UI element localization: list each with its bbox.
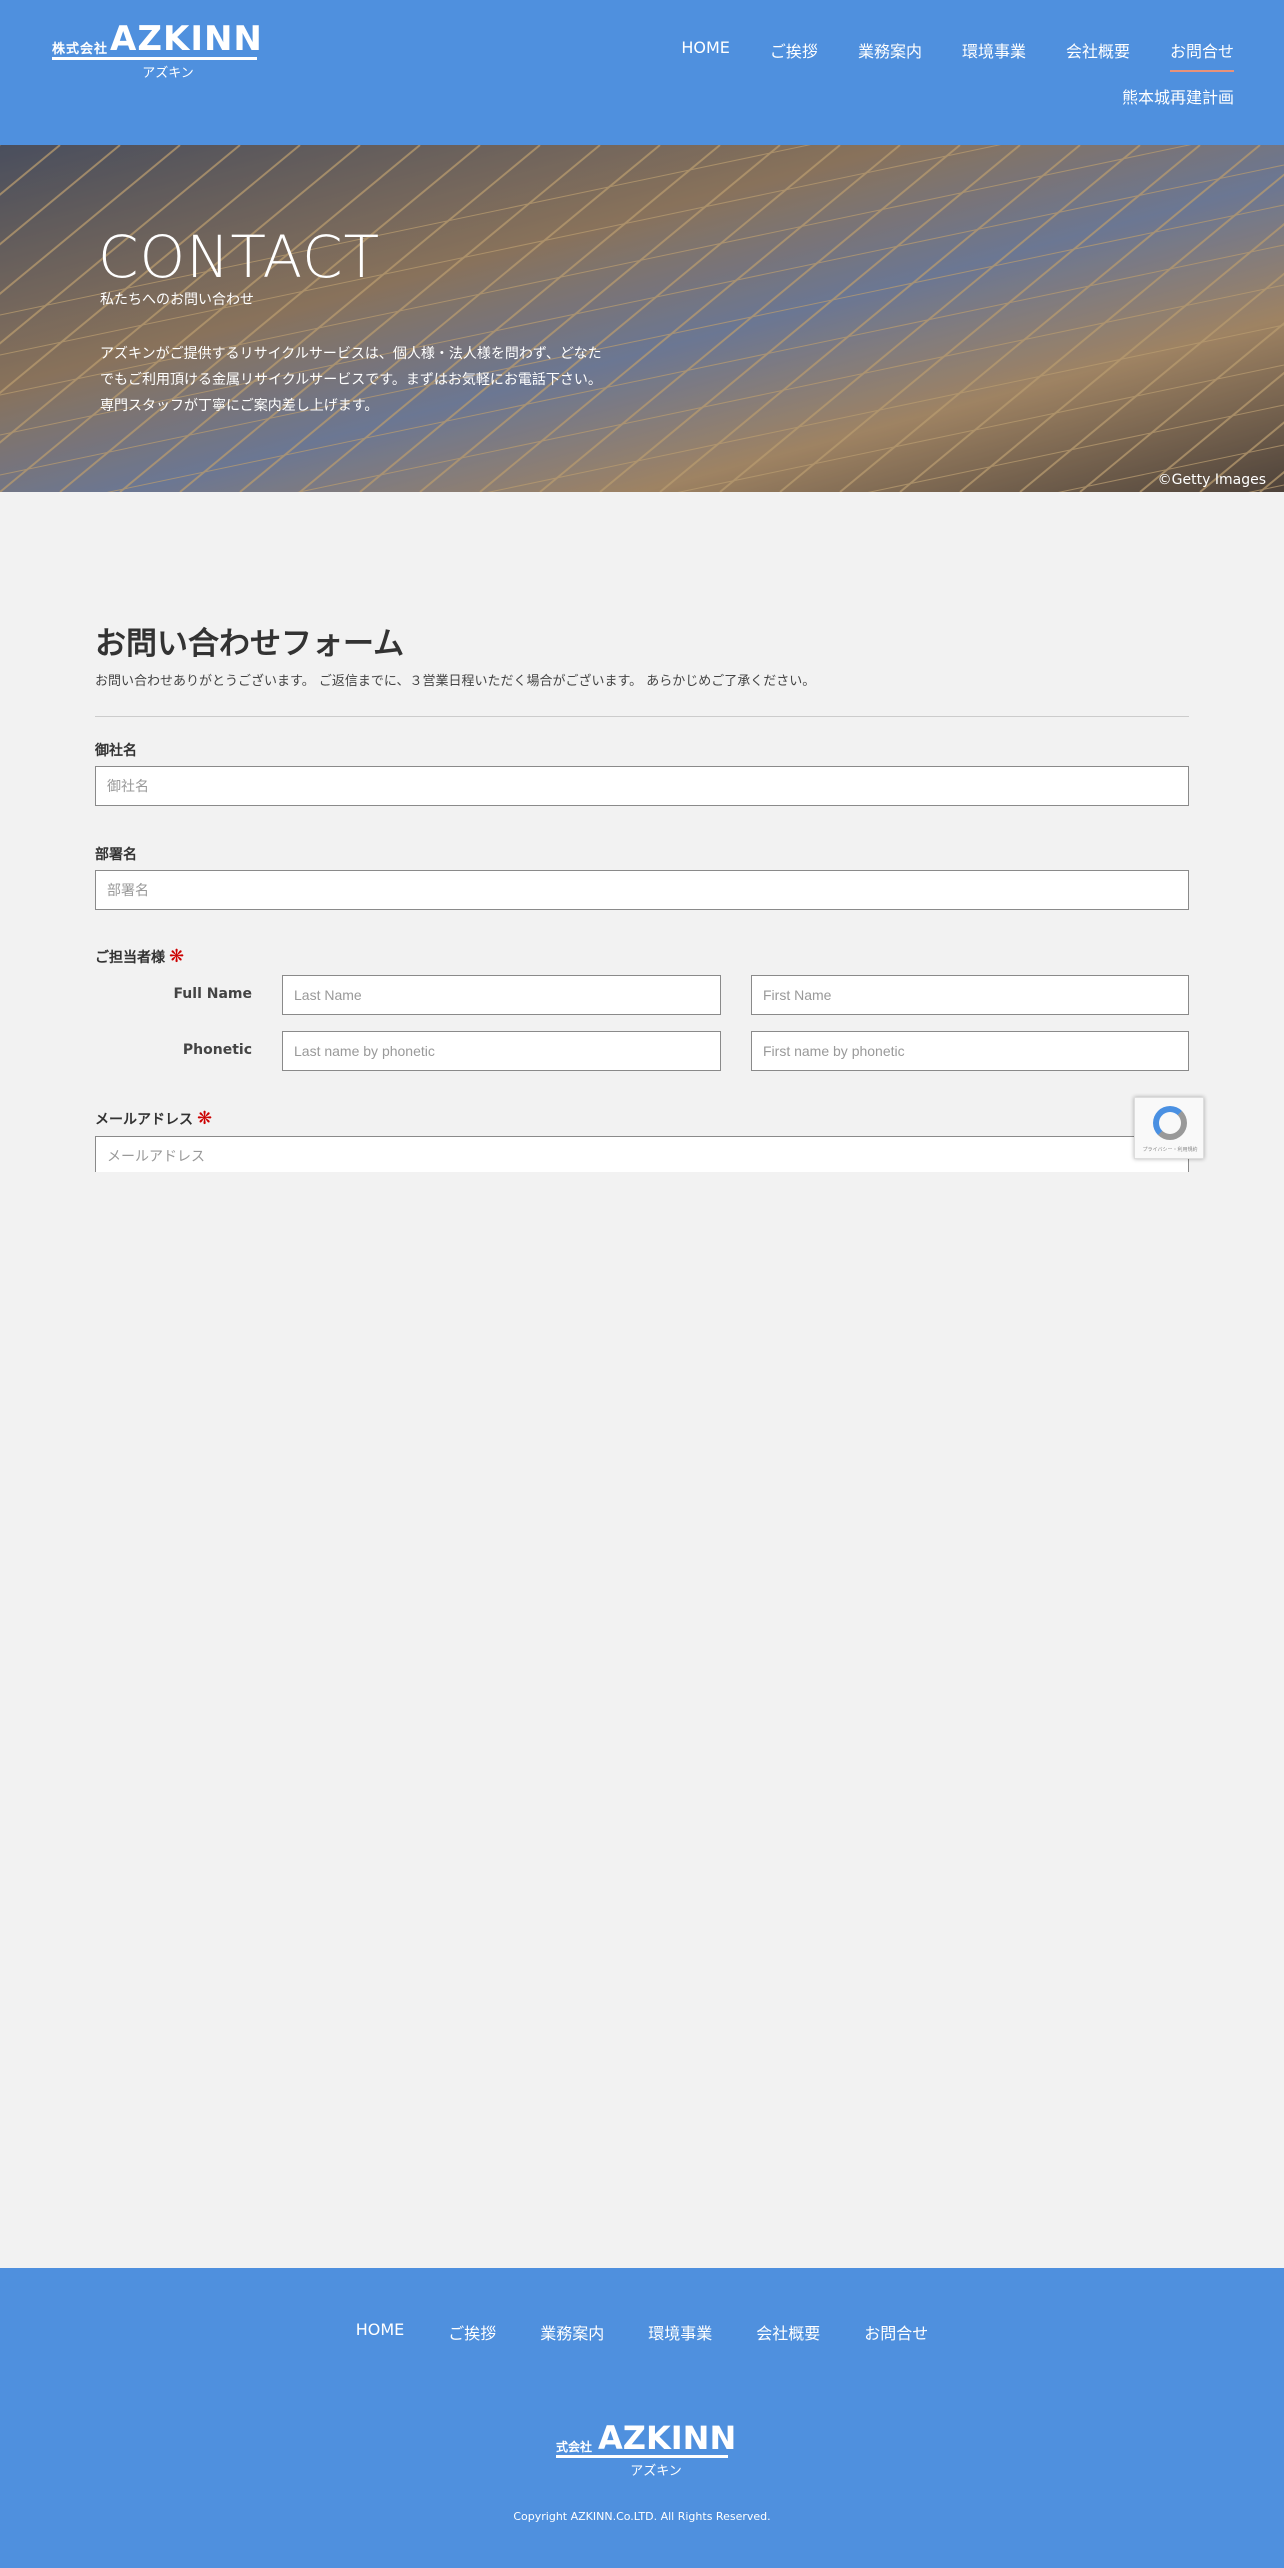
hero-title: CONTACT (98, 223, 381, 291)
footer-nav-home[interactable]: HOME (356, 2320, 405, 2344)
fullname-label: Full Name (173, 986, 252, 1002)
nav-contact[interactable]: お問合せ (1169, 38, 1235, 72)
footer-logo-prefix: 式会社 (556, 2440, 593, 2454)
department-label: 部署名 (95, 847, 137, 863)
footer-logo-rule (556, 2455, 728, 2458)
site-logo[interactable]: 株式会社 AZKINN アズキン (52, 22, 262, 81)
first-name-input[interactable]: First Name (751, 975, 1189, 1015)
department-input[interactable]: 部署名 (95, 870, 1189, 910)
logo-kana: アズキン (142, 66, 194, 81)
logo-prefix: 株式会社 (52, 42, 109, 57)
copyright: Copyright AZKINN.Co.LTD. All Rights Rese… (513, 2510, 771, 2523)
form-title: お問い合わせフォーム (95, 626, 405, 662)
contact-person-label: ご担当者様 ❋ (95, 946, 184, 967)
nav-kumamoto-castle[interactable]: 熊本城再建計画 (1122, 84, 1234, 108)
email-label-text: メールアドレス (95, 1112, 193, 1128)
nav-home[interactable]: HOME (681, 38, 730, 72)
nav-services[interactable]: 業務案内 (858, 38, 922, 72)
recaptcha-badge[interactable]: プライバシー・利用規約 (1134, 1097, 1204, 1159)
image-credit: ©Getty Images (1157, 472, 1266, 488)
hero-overlay (0, 145, 1284, 492)
company-label: 御社名 (95, 743, 137, 759)
footer-nav: HOME ご挨拶 業務案内 環境事業 会社概要 お問合せ (0, 2320, 1284, 2344)
site-header: 株式会社 AZKINN アズキン HOME ご挨拶 業務案内 環境事業 会社概要… (0, 0, 1284, 145)
first-name-phonetic-input[interactable]: First name by phonetic (751, 1031, 1189, 1071)
logo-rule (52, 57, 257, 60)
email-input[interactable]: メールアドレス (95, 1136, 1189, 1172)
phonetic-label: Phonetic (182, 1042, 252, 1058)
form-intro: お問い合わせありがとうございます。 ご返信までに、３営業日程いただく場合がござい… (95, 674, 816, 689)
footer-nav-greeting[interactable]: ご挨拶 (448, 2320, 496, 2344)
footer-logo-kana: アズキン (630, 2464, 682, 2479)
hero-subtitle: 私たちへのお問い合わせ (100, 292, 254, 308)
company-input[interactable]: 御社名 (95, 766, 1189, 806)
site-footer: HOME ご挨拶 業務案内 環境事業 会社概要 お問合せ 式会社 AZKINN … (0, 2268, 1284, 2568)
footer-nav-services[interactable]: 業務案内 (540, 2320, 604, 2344)
nav-company[interactable]: 会社概要 (1066, 38, 1130, 72)
form-divider (95, 716, 1189, 717)
hero-description: アズキンがご提供するリサイクルサービスは、個人様・法人様を問わず、どなたでもご利… (100, 346, 602, 414)
recaptcha-icon (1153, 1106, 1187, 1140)
nav-greeting[interactable]: ご挨拶 (770, 38, 818, 72)
required-icon: ❋ (169, 946, 185, 967)
nav-environment[interactable]: 環境事業 (962, 38, 1026, 72)
required-icon: ❋ (197, 1108, 213, 1129)
footer-logo[interactable]: 式会社 AZKINN アズキン (556, 2418, 736, 2479)
footer-nav-contact[interactable]: お問合せ (864, 2320, 928, 2344)
contact-person-label-text: ご担当者様 (95, 950, 165, 966)
footer-logo-mark: AZKINN (598, 2419, 737, 2457)
email-label: メールアドレス ❋ (95, 1108, 212, 1129)
footer-nav-environment[interactable]: 環境事業 (648, 2320, 712, 2344)
last-name-phonetic-input[interactable]: Last name by phonetic (282, 1031, 721, 1071)
logo-mark: AZKINN (110, 19, 263, 59)
main-nav: HOME ご挨拶 業務案内 環境事業 会社概要 お問合せ (641, 38, 1235, 72)
last-name-input[interactable]: Last Name (282, 975, 721, 1015)
recaptcha-text: プライバシー・利用規約 (1142, 1147, 1198, 1153)
footer-nav-company[interactable]: 会社概要 (756, 2320, 820, 2344)
hero-banner: CONTACT 私たちへのお問い合わせ アズキンがご提供するリサイクルサービスは… (0, 145, 1284, 492)
